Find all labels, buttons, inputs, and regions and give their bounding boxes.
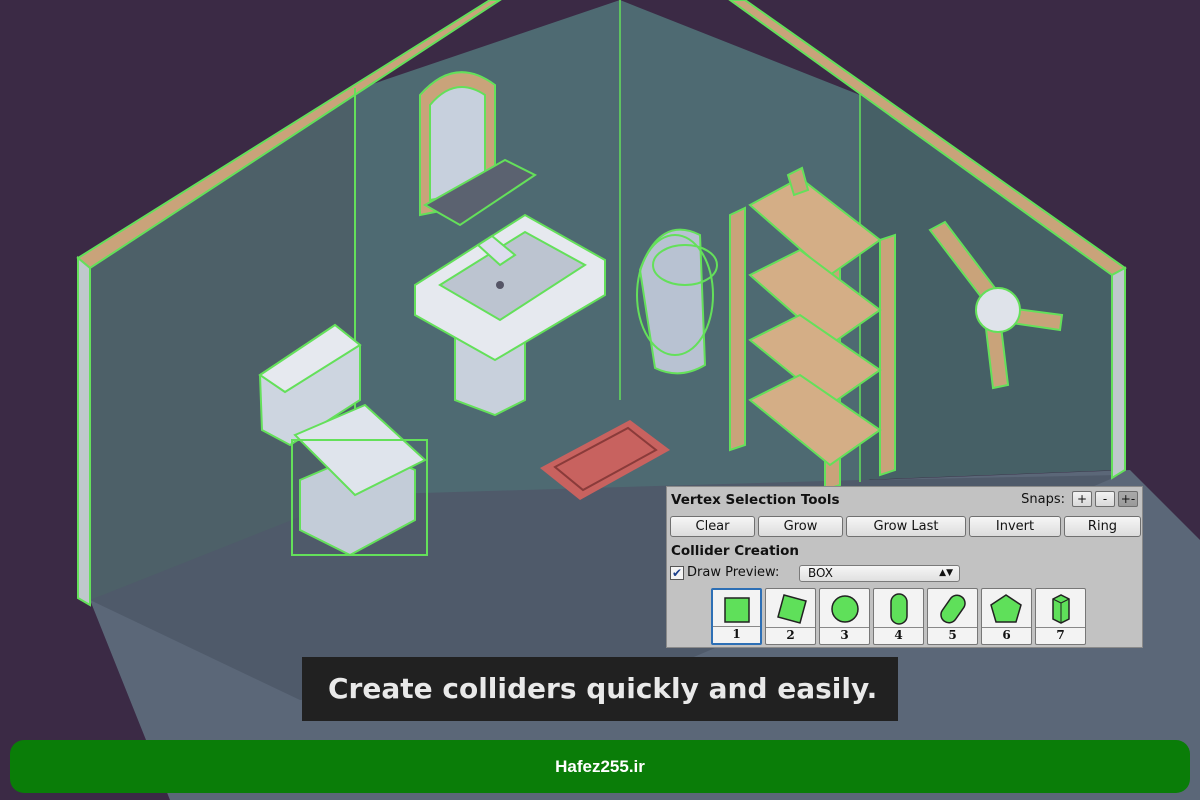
square-icon [724,597,750,623]
snap-plus-button[interactable]: + [1072,491,1092,507]
shape-number: 7 [1036,627,1085,643]
rotated-square-icon [777,594,807,624]
right-wall-edge [1111,266,1126,480]
shape-button-6[interactable]: 6 [981,588,1032,645]
snaps-label: Snaps: [1021,491,1065,507]
shape-number: 1 [713,626,760,642]
ring-button[interactable]: Ring [1064,516,1141,537]
shape-type-value: BOX [808,566,833,580]
capsule-icon [890,593,908,625]
snap-both-button[interactable]: +- [1118,491,1138,507]
shape-number: 3 [820,627,869,643]
shape-type-select[interactable]: BOX ▲▼ [799,565,960,582]
selection-buttons: Clear Grow Grow Last Invert Ring [670,516,1141,538]
snap-minus-button[interactable]: - [1095,491,1115,507]
footer-banner[interactable]: Hafez255.ir [10,740,1190,793]
grow-last-button[interactable]: Grow Last [846,516,966,537]
pentagon-icon [990,594,1022,623]
shape-number: 4 [874,627,923,643]
panel-title: Vertex Selection Tools [671,492,840,508]
collider-creation-title: Collider Creation [671,543,800,559]
shape-button-7[interactable]: 7 [1035,588,1086,645]
left-wall-edge [77,255,91,607]
invert-button[interactable]: Invert [969,516,1061,537]
dropdown-arrow-icon: ▲▼ [939,568,953,578]
shape-number: 2 [766,627,815,643]
shape-button-5[interactable]: 5 [927,588,978,645]
shape-button-3[interactable]: 3 [819,588,870,645]
caption-banner: Create colliders quickly and easily. [302,657,898,721]
shape-button-4[interactable]: 4 [873,588,924,645]
shape-number: 6 [982,627,1031,643]
snaps-group: Snaps: + - +- [1021,491,1138,507]
draw-preview-row: ✔ Draw Preview: BOX ▲▼ [670,565,1140,583]
shape-button-1[interactable]: 1 [711,588,762,645]
circle-icon [831,595,859,623]
grow-button[interactable]: Grow [758,516,843,537]
draw-preview-label: Draw Preview: [687,565,780,580]
vertex-selection-panel: Vertex Selection Tools Snaps: + - +- Cle… [666,486,1143,648]
shape-buttons: 1 2 3 4 5 6 7 [711,588,1091,646]
tilted-capsule-icon [940,594,966,624]
cylinder-icon [1052,594,1070,624]
shape-button-2[interactable]: 2 [765,588,816,645]
draw-preview-checkbox[interactable]: ✔ [670,566,684,580]
clear-button[interactable]: Clear [670,516,755,537]
shape-number: 5 [928,627,977,643]
